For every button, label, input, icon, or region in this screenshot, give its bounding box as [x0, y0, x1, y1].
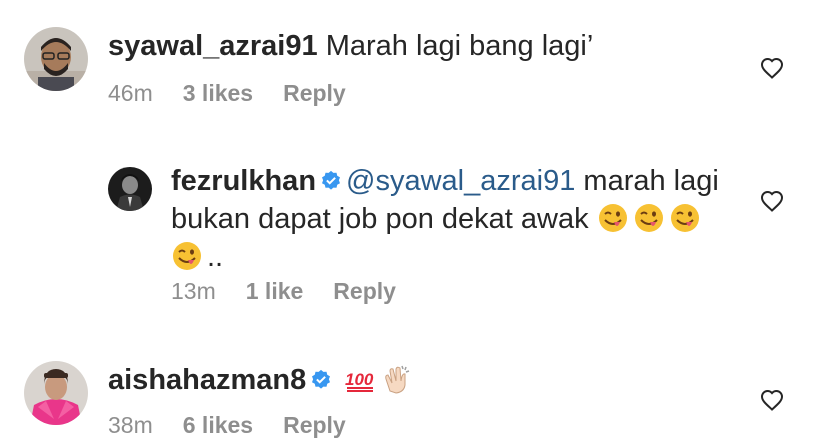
heart-outline-icon[interactable]	[760, 57, 784, 79]
comment-body-suffix: ..	[207, 241, 224, 273]
comment-meta: 13m 1 like Reply	[171, 278, 396, 305]
comment-username[interactable]: syawal_azrai91	[108, 30, 318, 62]
comment-time: 13m	[171, 278, 216, 304]
heart-outline-icon[interactable]	[760, 389, 784, 411]
comment-body: Marah lagi bang lagi’	[325, 30, 594, 62]
likes-count[interactable]: 6 likes	[183, 412, 253, 439]
comment-text: fezrulkhan @syawal_azrai91 marah lagi bu…	[171, 162, 731, 276]
comment-username[interactable]: fezrulkhan	[171, 165, 316, 197]
reply-button[interactable]: Reply	[333, 278, 396, 305]
hundred-points-icon: 100	[345, 370, 374, 392]
winking-face-with-tongue-icon	[634, 204, 663, 232]
likes-count[interactable]: 1 like	[246, 278, 304, 305]
comment-time: 46m	[108, 80, 153, 106]
mention-link[interactable]: @syawal_azrai91	[346, 165, 575, 197]
winking-face-with-tongue-icon	[173, 242, 201, 270]
comment-meta: 38m 6 likes Reply	[108, 412, 346, 439]
heart-outline-icon[interactable]	[760, 190, 784, 212]
verified-badge-icon	[312, 369, 331, 389]
comment-text: syawal_azrai91 Marah lagi bang lagi’	[108, 27, 593, 65]
comment-body: marah lagi	[583, 165, 719, 197]
reply-button[interactable]: Reply	[283, 80, 346, 107]
clapping-hands-icon	[385, 365, 410, 394]
comments-list: syawal_azrai91 Marah lagi bang lagi’ 46m…	[0, 0, 828, 448]
comment-body-line2: bukan dapat job pon dekat awak	[171, 203, 589, 235]
comment-time: 38m	[108, 412, 153, 438]
reply-button[interactable]: Reply	[283, 412, 346, 439]
avatar[interactable]	[108, 167, 152, 211]
verified-badge-icon	[322, 170, 341, 190]
comment-username[interactable]: aishahazman8	[108, 364, 306, 396]
winking-face-with-tongue-icon	[598, 204, 627, 232]
winking-face-with-tongue-icon	[670, 204, 699, 232]
svg-text:100: 100	[345, 370, 374, 389]
avatar[interactable]	[24, 27, 88, 91]
comment-text: aishahazman8 100	[108, 361, 416, 399]
likes-count[interactable]: 3 likes	[183, 80, 253, 107]
comment-meta: 46m 3 likes Reply	[108, 80, 346, 107]
avatar[interactable]	[24, 361, 88, 425]
